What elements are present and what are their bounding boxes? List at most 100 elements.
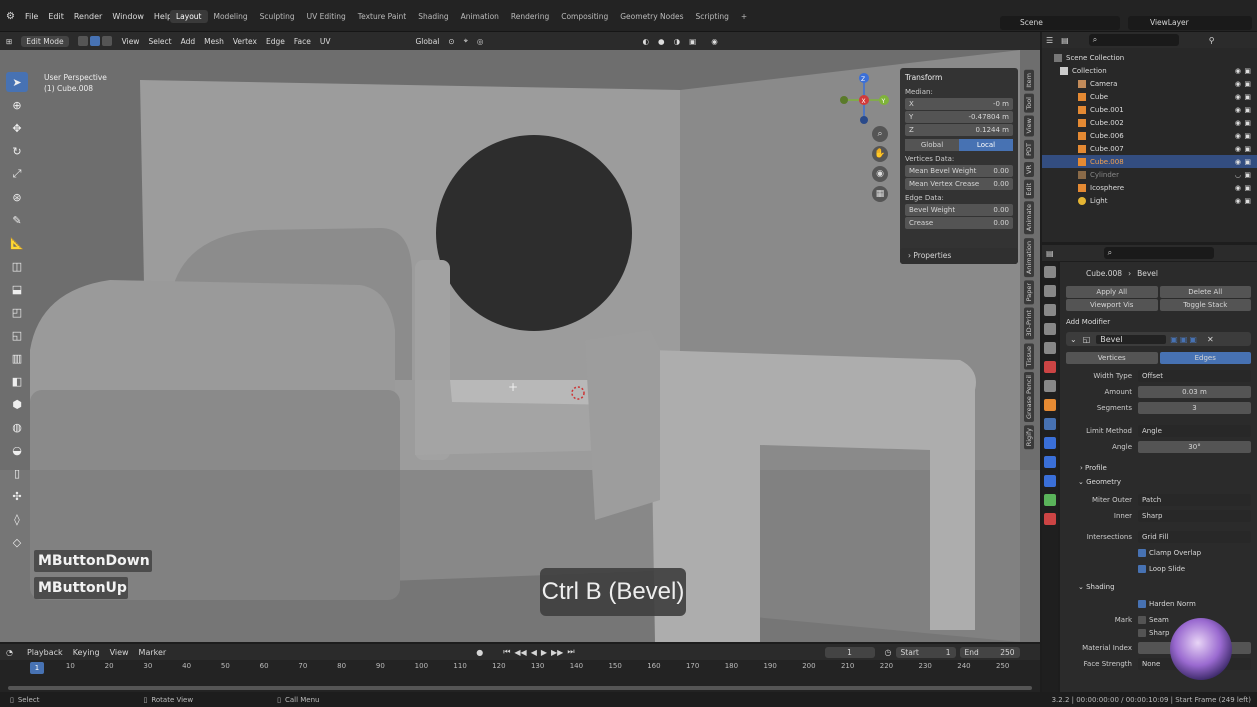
sidebar-tab-paper[interactable]: Paper xyxy=(1024,279,1034,305)
modifier-tab-icon[interactable] xyxy=(1044,418,1056,430)
pan-hand-icon[interactable]: ✋ xyxy=(872,146,888,162)
outliner-item-cylinder[interactable]: Cylinder ◡ ▣ xyxy=(1042,168,1257,181)
camera-view-icon[interactable]: ◉ xyxy=(872,166,888,182)
apply-all-button[interactable]: Apply All xyxy=(1066,286,1158,298)
timeline[interactable]: 10 20 30 40 50 60 70 80 90 100 110 120 130 140 150 160 1… xyxy=(0,660,1040,692)
x-ray-icon[interactable]: ▣ xyxy=(689,37,696,46)
orientation-dropdown[interactable]: Global xyxy=(415,37,439,46)
pivot-icon[interactable]: ⊙ xyxy=(448,37,454,46)
menu-render[interactable]: Render xyxy=(74,12,102,21)
timeline-editor-icon[interactable]: ◔ xyxy=(6,648,13,657)
sharp-checkbox[interactable] xyxy=(1138,628,1146,637)
collection-eye-icon[interactable]: ◉ xyxy=(1235,67,1241,75)
mean-vertex-crease-field[interactable]: Mean Vertex Crease 0.00 xyxy=(905,178,1013,190)
rip-region-tool-icon[interactable]: ◇ xyxy=(6,532,28,552)
menu-view[interactable]: View xyxy=(122,37,140,46)
zoom-icon[interactable]: ⌕ xyxy=(872,126,888,142)
viewport-toggle-icon[interactable]: ▣ xyxy=(1180,335,1188,344)
sidebar-tab-animation[interactable]: Animation xyxy=(1024,237,1034,277)
edges-button[interactable]: Edges xyxy=(1159,352,1251,364)
outliner-item-cube[interactable]: Cube ◉ ▣ xyxy=(1042,90,1257,103)
shading-subpanel[interactable]: ⌄ Shading xyxy=(1066,580,1251,594)
median-y-field[interactable]: Y -0.47804 m xyxy=(905,111,1013,123)
shading-material-icon[interactable]: ◑ xyxy=(674,37,681,46)
mode-dropdown[interactable]: Edit Mode xyxy=(21,35,69,47)
shrink-fatten-tool-icon[interactable]: ✣ xyxy=(6,486,28,506)
play-icon[interactable]: ▶ xyxy=(541,648,547,657)
median-z-field[interactable]: Z 0.1244 m xyxy=(905,124,1013,136)
harden-normals-checkbox[interactable] xyxy=(1138,599,1146,608)
bevel-weight-field[interactable]: Bevel Weight 0.00 xyxy=(905,204,1013,216)
add-modifier-dropdown[interactable]: Add Modifier xyxy=(1066,315,1251,329)
profile-subpanel[interactable]: › Profile xyxy=(1066,461,1251,475)
sidebar-tab-tool[interactable]: Tool xyxy=(1024,93,1034,113)
menu-edge[interactable]: Edge xyxy=(266,37,285,46)
close-icon[interactable]: ✕ xyxy=(1207,335,1214,344)
tab-compositing[interactable]: Compositing xyxy=(555,10,614,23)
clock-icon[interactable]: ◷ xyxy=(885,648,892,657)
spin-tool-icon[interactable]: ◍ xyxy=(6,417,28,437)
outliner-item-icosphere[interactable]: Icosphere ◉ ▣ xyxy=(1042,181,1257,194)
menu-file[interactable]: File xyxy=(25,12,38,21)
miter-outer-dropdown[interactable]: Patch xyxy=(1138,493,1251,506)
menu-uv[interactable]: UV xyxy=(320,37,331,46)
current-frame-field[interactable]: 1 xyxy=(824,646,875,658)
clamp-overlap-checkbox[interactable] xyxy=(1138,548,1146,557)
edge-slide-tool-icon[interactable]: ▯ xyxy=(6,463,28,483)
menu-face[interactable]: Face xyxy=(294,37,311,46)
prev-keyframe-icon[interactable]: ◀◀ xyxy=(514,648,526,657)
median-x-field[interactable]: X -0 m xyxy=(905,98,1013,110)
add-workspace-icon[interactable]: + xyxy=(735,10,753,23)
sidebar-tab-item[interactable]: Item xyxy=(1024,70,1034,91)
editor-type-icon[interactable]: ⊞ xyxy=(6,37,12,46)
shading-solid-icon[interactable]: ● xyxy=(658,37,665,46)
knife-tool-icon[interactable]: ◧ xyxy=(6,371,28,391)
play-reverse-icon[interactable]: ◀ xyxy=(531,648,537,657)
loop-slide-checkbox[interactable] xyxy=(1138,564,1146,573)
scene-collection-row[interactable]: Scene Collection xyxy=(1042,51,1257,64)
tab-layout[interactable]: Layout xyxy=(170,9,208,23)
object-tab-icon[interactable] xyxy=(1044,399,1056,411)
playhead[interactable]: 1 xyxy=(30,662,44,674)
sidebar-tab-view[interactable]: View xyxy=(1024,115,1034,137)
width-type-dropdown[interactable]: Offset xyxy=(1138,369,1251,382)
menu-mesh[interactable]: Mesh xyxy=(204,37,224,46)
tab-geometry-nodes[interactable]: Geometry Nodes xyxy=(614,10,689,23)
sidebar-tab-grease-pencil[interactable]: Grease Pencil xyxy=(1024,372,1034,423)
tool-tab-icon[interactable] xyxy=(1044,266,1056,278)
intersections-dropdown[interactable]: Grid Fill xyxy=(1138,530,1251,543)
mark-seam-row[interactable]: Mark Seam xyxy=(1066,613,1251,626)
crease-field[interactable]: Crease 0.00 xyxy=(905,217,1013,229)
sidebar-tab-pdt[interactable]: PDT xyxy=(1024,139,1034,159)
limit-method-dropdown[interactable]: Angle xyxy=(1138,424,1251,437)
vertices-button[interactable]: Vertices xyxy=(1066,352,1158,364)
sidebar-tab-rigify[interactable]: Rigify xyxy=(1024,425,1034,450)
end-frame-field[interactable]: End 250 xyxy=(959,646,1020,658)
extrude-tool-icon[interactable]: ⬓ xyxy=(6,279,28,299)
tab-shading[interactable]: Shading xyxy=(412,10,454,23)
snap-icon[interactable]: ⌖ xyxy=(464,36,468,46)
perspective-grid-icon[interactable]: ▦ xyxy=(872,186,888,202)
measure-tool-icon[interactable]: 📐 xyxy=(6,233,28,253)
sidebar-tab-animate[interactable]: Animate xyxy=(1024,201,1034,235)
outliner-item-cube-006[interactable]: Cube.006 ◉ ▣ xyxy=(1042,129,1257,142)
sidebar-tab-tissue[interactable]: Tissue xyxy=(1024,342,1034,370)
jump-start-icon[interactable]: ⏮ xyxy=(503,647,510,657)
3d-viewport[interactable]: + User Perspective (1) Cube.008 ➤ ⊕ ✥ ↻ … xyxy=(0,50,1040,642)
scale-tool-icon[interactable]: ⤢ xyxy=(6,164,28,184)
particles-tab-icon[interactable] xyxy=(1044,437,1056,449)
navigation-gizmo[interactable]: Z Y X xyxy=(834,70,894,130)
visibility-icon[interactable]: ◉ xyxy=(711,37,718,46)
menu-window[interactable]: Window xyxy=(112,12,144,21)
tab-scripting[interactable]: Scripting xyxy=(690,10,735,23)
sidebar-tab-edit[interactable]: Edit xyxy=(1024,179,1034,199)
outliner-item-cube-001[interactable]: Cube.001 ◉ ▣ xyxy=(1042,103,1257,116)
menu-edit[interactable]: Edit xyxy=(48,12,64,21)
scene-tab-icon[interactable] xyxy=(1044,342,1056,354)
record-icon[interactable]: ● xyxy=(476,648,483,657)
global-button[interactable]: Global xyxy=(905,139,959,151)
add-cube-tool-icon[interactable]: ◫ xyxy=(6,256,28,276)
keying-menu[interactable]: Keying xyxy=(73,648,100,657)
data-tab-icon[interactable] xyxy=(1044,494,1056,506)
blender-logo-icon[interactable]: ⚙ xyxy=(6,11,15,22)
